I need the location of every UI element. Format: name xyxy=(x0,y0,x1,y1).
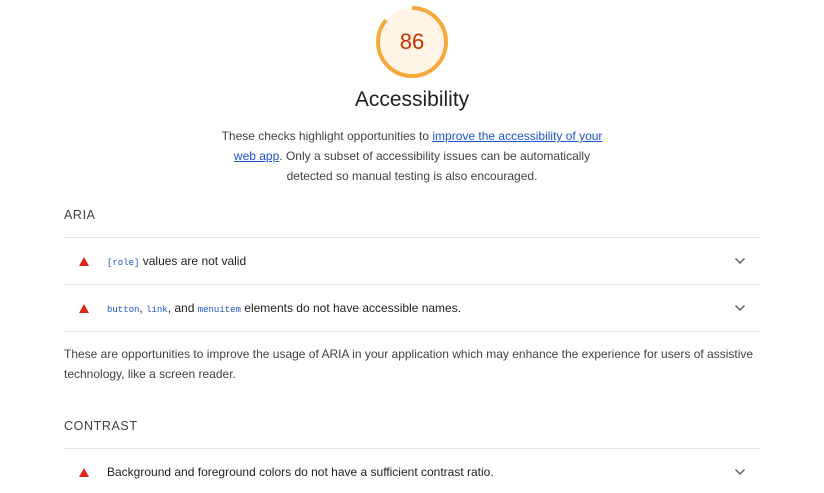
code-link: link xyxy=(146,305,168,315)
audit-title-text: values are not valid xyxy=(139,254,247,268)
group-title-contrast: CONTRAST xyxy=(64,419,138,433)
code-menuitem: menuitem xyxy=(197,305,241,315)
chevron-down-icon[interactable] xyxy=(730,462,750,482)
audit-aria-names[interactable]: button, link, and menuitem elements do n… xyxy=(64,284,760,331)
group-description-aria: These are opportunities to improve the u… xyxy=(64,347,754,381)
audit-title: [role] values are not valid xyxy=(107,254,730,268)
category-title: Accessibility xyxy=(354,88,470,111)
category-description: These checks highlight opportunities to … xyxy=(212,126,612,186)
separator: , and xyxy=(167,301,198,315)
audit-title: button, link, and menuitem elements do n… xyxy=(107,301,730,315)
group-title-aria: ARIA xyxy=(64,208,96,222)
chevron-down-icon[interactable] xyxy=(730,251,750,271)
code-role: [role] xyxy=(107,258,140,268)
audit-aria-role[interactable]: [role] values are not valid xyxy=(64,237,760,284)
chevron-down-icon[interactable] xyxy=(730,298,750,318)
audit-title-text: elements do not have accessible names. xyxy=(240,301,462,315)
score-value: 86 xyxy=(399,29,425,54)
divider xyxy=(64,331,760,332)
audit-title: Background and foreground colors do not … xyxy=(107,465,494,479)
score-gauge: 86 xyxy=(374,4,450,80)
code-button: button xyxy=(107,305,140,315)
warning-triangle-icon xyxy=(79,467,89,477)
warning-triangle-icon xyxy=(79,256,89,266)
audit-color-contrast[interactable]: Background and foreground colors do not … xyxy=(64,448,760,493)
description-text-after: . Only a subset of accessibility issues … xyxy=(279,149,591,183)
description-text-before: These checks highlight opportunities to xyxy=(221,129,433,143)
warning-triangle-icon xyxy=(79,303,89,313)
